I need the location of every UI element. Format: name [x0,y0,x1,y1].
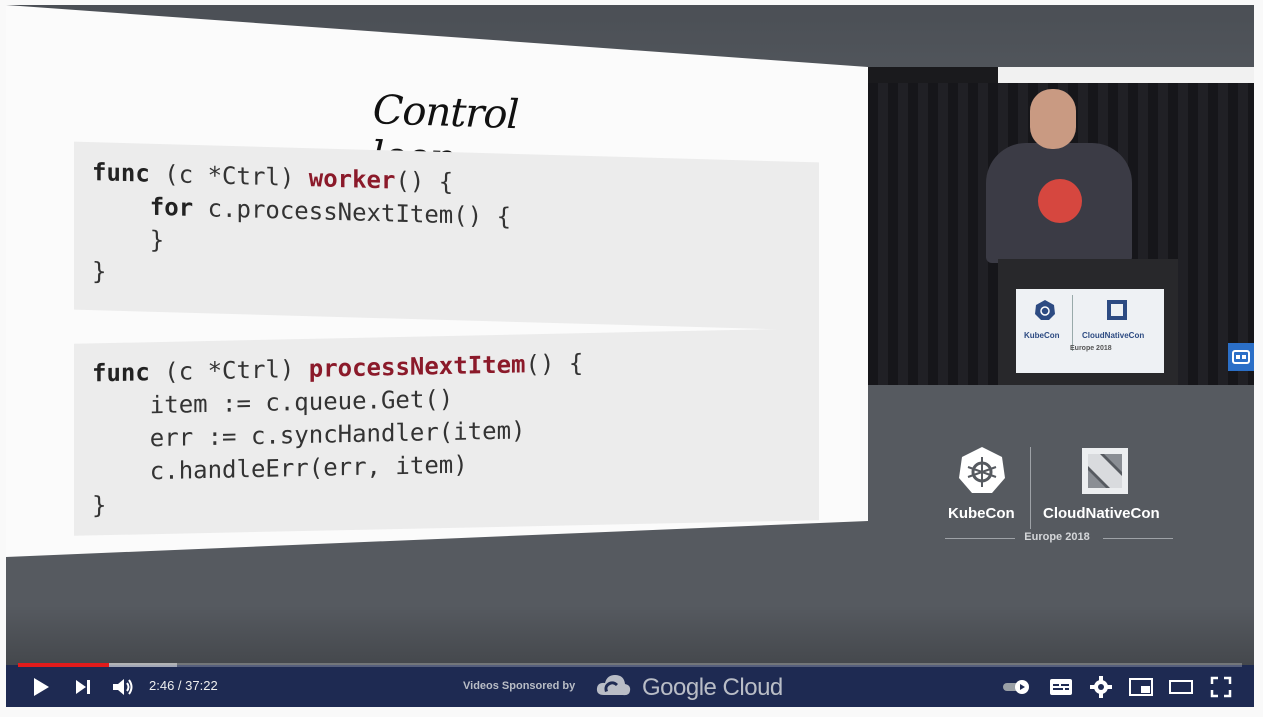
volume-icon [113,679,133,695]
next-icon [76,680,90,694]
shirt-octopus-logo [1038,179,1082,223]
cncf-logo-icon [1107,300,1127,320]
code-keyword: for [149,192,194,222]
code-block-process-next-item: func (c *Ctrl) processNextItem() { item … [74,328,819,536]
kubernetes-logo-icon [959,447,1005,493]
code-text: } [92,224,165,255]
progress-bar[interactable] [18,663,1242,667]
theater-mode-icon [1169,680,1193,694]
subtitles-button[interactable] [1048,674,1074,700]
autoplay-toggle[interactable] [1002,674,1032,700]
subtitles-icon [1050,679,1072,695]
code-keyword: func [92,158,150,188]
brand-cloudnativecon: CloudNativeCon [1043,505,1160,522]
code-text: (c *Ctrl) [149,159,309,193]
play-icon [34,678,49,696]
autoplay-toggle-icon [1003,680,1029,694]
kubernetes-logo-icon [1035,300,1055,320]
podium-sign: KubeCon CloudNativeCon Europe 2018 [1016,289,1164,373]
theater-mode-button[interactable] [1168,674,1194,700]
brand-kubecon: KubeCon [948,505,1015,522]
code-text: } [92,257,107,286]
video-player[interactable]: Control loop func (c *Ctrl) worker() { f… [6,5,1254,707]
code-text: (c *Ctrl) [149,354,309,387]
captions-side-icon [1232,350,1250,364]
progress-played [18,663,109,667]
code-text: err := c.syncHandler(item) [92,416,526,454]
code-text: } [92,491,107,520]
miniplayer-icon [1129,678,1153,696]
code-text: () { [395,166,454,197]
fullscreen-icon [1210,676,1232,698]
event-branding: KubeCon CloudNativeCon Europe 2018 [941,445,1181,555]
code-function-name: processNextItem [308,350,526,383]
code-keyword: func [92,358,150,388]
settings-button[interactable] [1088,674,1114,700]
sign-kubecon: KubeCon [1024,331,1060,340]
play-button[interactable] [28,674,54,700]
speaker-head [1030,89,1076,149]
google-cloud-logo-icon [596,675,631,696]
code-text: c.handleErr(err, item) [92,450,468,487]
speaker-video-inset: KubeCon CloudNativeCon Europe 2018 [868,67,1254,385]
miniplayer-button[interactable] [1128,674,1154,700]
code-text: c.processNextItem() { [193,193,512,231]
sign-year: Europe 2018 [1070,345,1112,352]
code-text: () { [525,349,584,379]
brand-year: Europe 2018 [1024,531,1090,543]
projection-screen [998,67,1254,83]
volume-button[interactable] [109,674,137,700]
settings-icon [1090,676,1112,698]
next-button[interactable] [70,674,96,700]
presentation-slide: Control loop func (c *Ctrl) worker() { f… [6,5,868,557]
captions-side-button[interactable] [1228,343,1254,371]
fullscreen-button[interactable] [1208,674,1234,700]
code-function-name: worker [308,164,396,195]
sign-cloudnativecon: CloudNativeCon [1082,331,1145,340]
sponsor-label: Videos Sponsored by [463,680,576,692]
code-block-worker: func (c *Ctrl) worker() { for c.processN… [74,141,819,331]
brand-divider [1030,447,1031,529]
code-text: item := c.queue.Get() [92,384,454,421]
cncf-logo-icon [1082,448,1128,494]
sponsor-name: Google Cloud [642,674,783,701]
time-display: 2:46 / 37:22 [149,678,218,693]
sign-divider [1072,295,1073,351]
